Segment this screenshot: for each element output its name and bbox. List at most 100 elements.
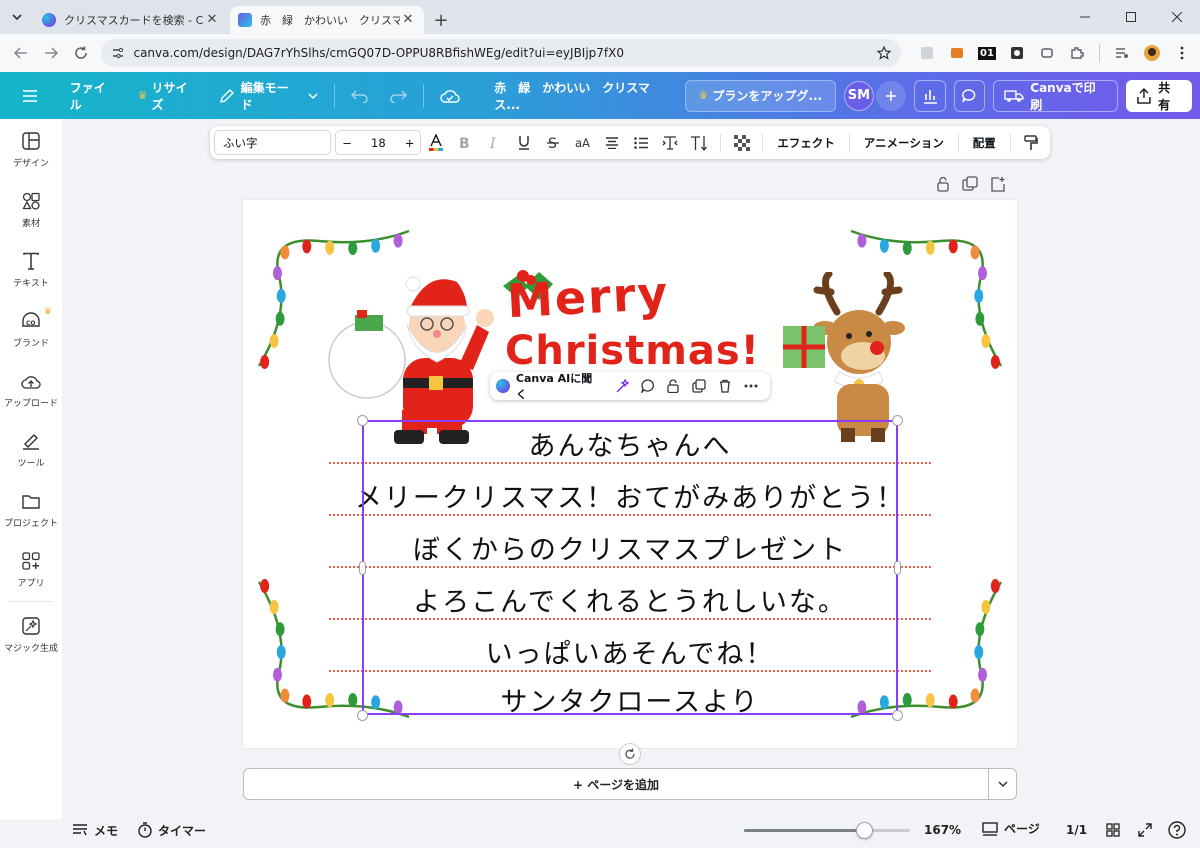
file-menu-button[interactable]: ファイル [60, 80, 128, 112]
lock-page-button[interactable] [936, 176, 950, 192]
main-menu-button[interactable] [0, 80, 60, 112]
font-size-value[interactable]: 18 [371, 136, 386, 150]
maximize-button[interactable] [1108, 0, 1154, 34]
underline-button[interactable] [509, 130, 538, 155]
timer-button[interactable]: タイマー [128, 822, 216, 839]
font-family-select[interactable]: ふい字 [214, 130, 332, 155]
url-bar[interactable]: canva.com/design/DAG7rYhSlhs/cmGQ07D-OPP… [101, 39, 901, 67]
effects-button[interactable]: エフェクト [769, 135, 843, 151]
duplicate-page-button[interactable] [962, 176, 978, 192]
rotate-handle[interactable] [619, 743, 641, 765]
close-tab-icon[interactable]: ✕ [204, 12, 220, 28]
zoom-percentage[interactable]: 167% [924, 823, 961, 837]
redo-button[interactable] [379, 80, 417, 112]
letter-case-button[interactable]: aA [568, 130, 597, 155]
add-collaborator-button[interactable] [875, 80, 906, 111]
duplicate-icon [692, 379, 706, 393]
resize-handle-bottom-right[interactable] [892, 710, 903, 721]
minimize-button[interactable] [1062, 0, 1108, 34]
help-button[interactable] [1168, 821, 1186, 839]
extension-gallery-icon[interactable] [945, 41, 969, 65]
italic-button[interactable]: I [480, 130, 509, 155]
card-title-christmas[interactable]: Christmas! [505, 328, 760, 374]
extension-bird-icon[interactable] [915, 41, 939, 65]
spacing-button[interactable] [656, 130, 685, 155]
cloud-save-status[interactable] [430, 80, 470, 112]
back-button[interactable] [6, 38, 36, 68]
extension-01-icon[interactable]: 01 [975, 41, 999, 65]
sidebar-item-elements[interactable]: 素材 [0, 179, 62, 239]
decrease-font-size-button[interactable]: − [342, 136, 352, 150]
upgrade-plan-button[interactable]: ♛ プランをアップグ... [684, 79, 836, 112]
resize-button[interactable]: ♛ リサイズ [128, 80, 209, 112]
document-title[interactable]: 赤 緑 かわいい クリスマス... [484, 80, 684, 112]
resize-handle-top-right[interactable] [892, 415, 903, 426]
comment-button[interactable] [635, 373, 661, 399]
extensions-puzzle-icon[interactable] [1065, 41, 1089, 65]
user-avatar[interactable]: SM [843, 80, 874, 111]
resize-handle-bottom-left[interactable] [357, 710, 368, 721]
forward-button[interactable] [36, 38, 66, 68]
text-color-button[interactable] [421, 130, 450, 155]
comments-button[interactable] [953, 79, 986, 112]
alignment-button[interactable] [597, 130, 626, 155]
animate-button[interactable]: アニメーション [856, 135, 952, 151]
notes-button[interactable]: メモ [62, 822, 128, 839]
add-page-bar-button[interactable]: + ページを追加 [243, 768, 989, 800]
resize-handle-top-left[interactable] [357, 415, 368, 426]
bookmark-star-icon[interactable] [877, 46, 891, 60]
duplicate-element-button[interactable] [686, 373, 712, 399]
add-page-button[interactable] [990, 176, 1006, 192]
sidebar-item-text[interactable]: テキスト [0, 239, 62, 299]
vertical-text-button[interactable] [685, 130, 714, 155]
sidebar-item-brand[interactable]: ♛ CO ブランド [0, 299, 62, 359]
insights-button[interactable] [913, 79, 946, 112]
sidebar-item-magic-media[interactable]: マジック生成 [0, 604, 62, 664]
arrow-left-icon [13, 47, 27, 59]
browser-menu-icon[interactable] [1170, 41, 1194, 65]
position-button[interactable]: 配置 [965, 135, 1004, 151]
sidebar-item-tools[interactable]: ツール [0, 419, 62, 479]
lock-element-button[interactable] [661, 373, 687, 399]
profile-avatar-icon[interactable] [1140, 41, 1164, 65]
list-button[interactable] [626, 130, 655, 155]
media-control-icon[interactable] [1110, 41, 1134, 65]
card-title-merry[interactable]: Merry [506, 266, 671, 328]
bold-button[interactable]: B [451, 130, 480, 155]
close-tab-icon[interactable]: ✕ [400, 12, 416, 28]
more-options-button[interactable] [738, 373, 764, 399]
magic-edit-button[interactable] [609, 373, 635, 399]
delete-element-button[interactable] [712, 373, 738, 399]
copy-style-button[interactable] [1017, 130, 1046, 155]
sidebar-item-apps[interactable]: アプリ [0, 539, 62, 599]
extension-printer-icon[interactable] [1035, 41, 1059, 65]
sidebar-item-uploads[interactable]: アップロード [0, 359, 62, 419]
extension-clock-icon[interactable] [1005, 41, 1029, 65]
undo-button[interactable] [341, 80, 379, 112]
text-selection-box[interactable] [362, 420, 898, 715]
reload-button[interactable] [66, 38, 96, 68]
print-with-canva-button[interactable]: Canvaで印刷 [993, 79, 1119, 112]
grid-view-button[interactable] [1106, 823, 1120, 837]
resize-handle-left[interactable] [359, 561, 366, 575]
fullscreen-button[interactable] [1138, 823, 1152, 837]
sidebar-item-design[interactable]: デザイン [0, 119, 62, 179]
pages-button[interactable]: ページ [982, 820, 1040, 837]
browser-tab[interactable]: クリスマスカードを検索 - Canva ✕ [34, 6, 228, 34]
canva-design-favicon-icon [238, 13, 252, 27]
sidebar-item-projects[interactable]: プロジェクト [0, 479, 62, 539]
close-window-button[interactable] [1154, 0, 1200, 34]
tab-search-button[interactable] [0, 0, 34, 34]
transparency-button[interactable] [727, 130, 756, 155]
add-page-options-button[interactable] [988, 768, 1017, 800]
edit-mode-dropdown[interactable]: 編集モード [209, 80, 329, 112]
share-button[interactable]: 共有 [1126, 79, 1192, 112]
strikethrough-button[interactable]: S [539, 130, 568, 155]
browser-tab-active[interactable]: 赤 緑 かわいい クリスマスカード ✕ [230, 6, 424, 34]
zoom-slider[interactable] [744, 822, 910, 839]
ask-canva-ai-button[interactable]: Canva AIに聞く [516, 370, 603, 402]
increase-font-size-button[interactable]: + [405, 136, 415, 150]
zoom-slider-thumb[interactable] [855, 822, 873, 839]
new-tab-button[interactable]: + [426, 6, 456, 34]
resize-handle-right[interactable] [894, 561, 901, 575]
